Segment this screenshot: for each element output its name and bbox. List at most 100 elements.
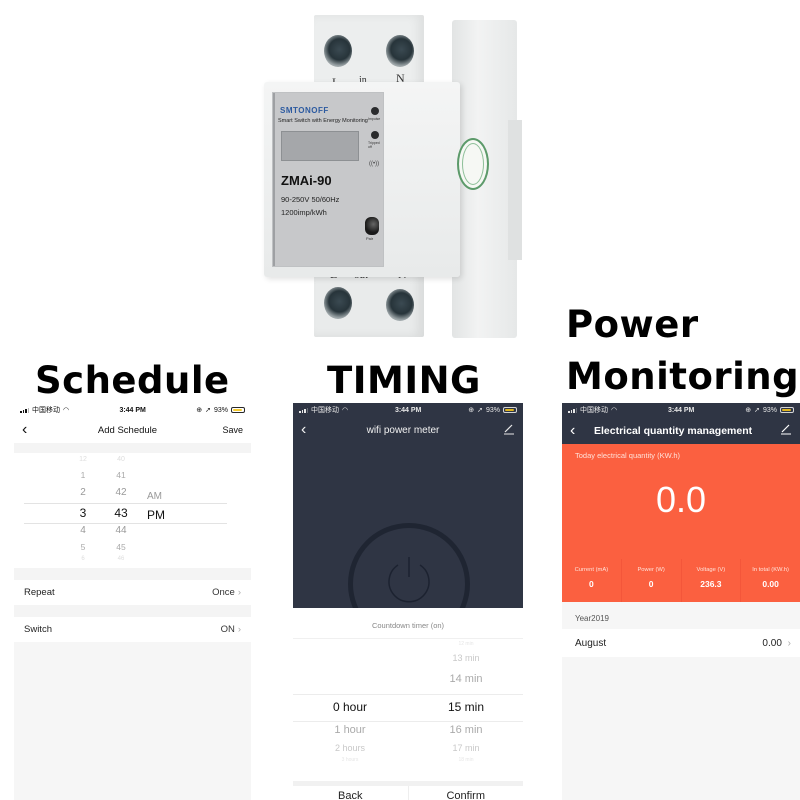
hour-option[interactable]: 2	[68, 487, 98, 498]
hour-option[interactable]: 1	[68, 470, 98, 480]
minute-option[interactable]: 41	[106, 470, 136, 480]
energy-summary-card: Today electrical quantity (KW.h) 0.0 Cur…	[562, 444, 800, 602]
back-button[interactable]: Back	[293, 786, 409, 800]
metric-cell: Current (mA) 0	[562, 559, 622, 602]
hour-option[interactable]: 2 hours	[295, 743, 405, 753]
minute-option[interactable]: 40	[106, 456, 136, 463]
metric-label: In total (KW.h)	[752, 567, 789, 573]
battery-percent: 93%	[762, 406, 777, 414]
minute-option[interactable]: 17 min	[411, 743, 521, 753]
battery-icon	[780, 407, 794, 413]
year-label: Year2019	[575, 614, 609, 623]
hour-option[interactable]: 3	[68, 506, 98, 520]
section-gap	[14, 605, 251, 617]
status-time: 3:44 PM	[394, 406, 422, 414]
metric-label: Current (mA)	[574, 567, 609, 573]
screw-icon	[324, 287, 352, 319]
hour-option[interactable]: 6	[68, 556, 98, 562]
screw-icon	[386, 35, 414, 67]
section-gap	[14, 443, 251, 453]
signal-icon	[20, 407, 29, 413]
power-icon[interactable]	[381, 551, 437, 607]
minute-option[interactable]: 12 min	[411, 641, 521, 647]
trip-led-label: Tripped off	[368, 141, 380, 149]
minute-option[interactable]: 13 min	[411, 653, 521, 663]
power-monitoring-heading-line2: Monitoring	[566, 355, 800, 398]
pm-option[interactable]: PM	[147, 508, 177, 522]
minute-option[interactable]: 46	[106, 556, 136, 562]
back-chevron-icon[interactable]: ‹	[570, 422, 590, 439]
hour-option[interactable]: 5	[68, 542, 98, 552]
countdown-picker[interactable]: 0 hour 1 hour 2 hours 3 hours 12 min 13 min 14…	[293, 638, 523, 768]
power-monitoring-screen: 中国移动 ◠ 3:44 PM ⊕ ➚ 93% ‹ Electrical quan…	[562, 403, 800, 800]
wifi-icon: ◠	[342, 407, 349, 414]
battery-percent: 93%	[485, 406, 500, 414]
hour-option[interactable]: 3 hours	[295, 757, 405, 763]
save-button[interactable]: Save	[213, 425, 243, 435]
minute-option[interactable]: 45	[106, 542, 136, 552]
location-icon: ➚	[205, 407, 211, 414]
signal-icon	[568, 407, 577, 413]
metric-value: 236.3	[700, 579, 722, 589]
hour-option[interactable]: 0 hour	[295, 700, 405, 714]
setting-row-switch[interactable]: Switch ON ›	[14, 617, 251, 642]
power-monitoring-heading-line1: Power	[566, 303, 699, 346]
wifi-icon: ◠	[63, 407, 70, 414]
minute-option[interactable]: 14 min	[411, 673, 521, 685]
setting-value-group: Once ›	[212, 587, 241, 598]
nav-bar: ‹ wifi power meter	[293, 417, 523, 443]
page-title: Electrical quantity management	[594, 424, 753, 437]
confirm-button[interactable]: Confirm	[409, 786, 524, 800]
am-option[interactable]: AM	[147, 491, 177, 502]
month-row[interactable]: August 0.00 ›	[562, 629, 800, 657]
status-bar: 中国移动 ◠ 3:44 PM ⊕ ➚ 93%	[293, 403, 523, 417]
device-label-panel: SMTONOFF Smart Switch with Energy Monito…	[272, 92, 384, 267]
wifi-icon: ◠	[611, 407, 618, 414]
setting-row-repeat[interactable]: Repeat Once ›	[14, 580, 251, 605]
minute-option[interactable]: 16 min	[411, 724, 521, 736]
minute-option[interactable]: 43	[106, 506, 136, 520]
nav-bar: ‹ Electrical quantity management	[562, 417, 800, 444]
time-picker[interactable]: 12 1 2 3 4 5 6 40 41 42 43 44 45 46 AM PM	[14, 453, 251, 568]
screw-icon	[386, 289, 414, 321]
setting-value: ON	[220, 624, 235, 635]
device-control-area: 中国移动 ◠ 3:44 PM ⊕ ➚ 93% ‹ wifi power mete…	[293, 403, 523, 608]
hour-option[interactable]: 4	[68, 525, 98, 536]
chevron-right-icon: ›	[784, 637, 791, 649]
today-energy-value: 0.0	[655, 479, 707, 520]
month-value-group: 0.00 ›	[762, 638, 791, 649]
lock-rotation-icon: ⊕	[468, 407, 475, 414]
chevron-right-icon: ›	[237, 587, 241, 598]
wifi-icon: ((•))	[369, 161, 380, 167]
pair-label: Pair	[366, 236, 374, 241]
edit-icon[interactable]	[485, 423, 515, 438]
signal-icon	[299, 407, 308, 413]
hour-option[interactable]: 1 hour	[295, 724, 405, 736]
minute-option[interactable]: 42	[106, 487, 136, 498]
carrier-name: 中国移动	[580, 407, 608, 414]
picker-selection-top-line	[293, 694, 523, 695]
back-chevron-icon[interactable]: ‹	[22, 422, 42, 438]
certification-seal-icon	[457, 138, 489, 190]
back-chevron-icon[interactable]: ‹	[301, 422, 321, 438]
month-value: 0.00	[762, 637, 782, 649]
metrics-row: Current (mA) 0 Power (W) 0 Voltage (V) 236.3 I…	[562, 559, 800, 602]
picker-selection-bottom-line	[24, 523, 227, 524]
impulse-led-label: Impulse	[368, 117, 381, 121]
hour-option[interactable]: 12	[68, 456, 98, 463]
pair-button	[365, 217, 379, 235]
timing-screen: 中国移动 ◠ 3:44 PM ⊕ ➚ 93% ‹ wifi power mete…	[293, 403, 523, 800]
edit-icon[interactable]	[762, 423, 792, 438]
lcd-display	[281, 131, 359, 161]
metric-cell: Voltage (V) 236.3	[682, 559, 742, 602]
minute-option[interactable]: 18 min	[411, 757, 521, 763]
device-spec-impulse: 1200imp/kWh	[281, 208, 327, 217]
metric-cell: In total (KW.h) 0.00	[741, 559, 800, 602]
minute-option[interactable]: 15 min	[411, 700, 521, 714]
minute-option[interactable]: 44	[106, 525, 136, 536]
month-label: August	[575, 637, 607, 649]
status-bar: 中国移动 ◠ 3:44 PM ⊕ ➚ 93%	[562, 403, 800, 417]
picker-selection-top-line	[24, 503, 227, 504]
picker-selection-bottom-line	[293, 721, 523, 722]
setting-value-group: ON ›	[221, 624, 241, 635]
